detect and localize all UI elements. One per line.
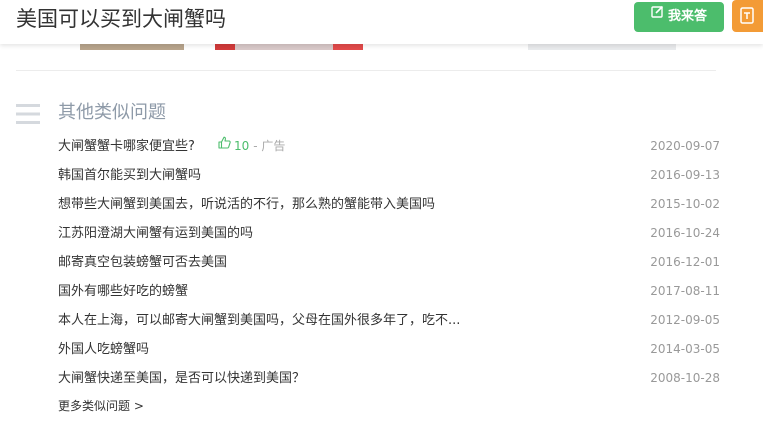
list-item: 大闸蟹蟹卡哪家便宜些? 10- 广告 2020-09-07	[0, 132, 763, 161]
question-date: 2014-03-05	[650, 342, 720, 356]
thumbnail-image[interactable]	[80, 44, 184, 50]
question-date: 2016-09-13	[650, 168, 720, 182]
list-item: 国外有哪些好吃的螃蟹 2017-08-11	[0, 277, 763, 306]
thumbs-up-icon[interactable]	[218, 136, 231, 154]
question-date: 2008-10-28	[650, 371, 720, 385]
question-date: 2016-10-24	[650, 226, 720, 240]
top-bar: 美国可以买到大闸蟹吗 我来答	[0, 0, 763, 44]
question-link[interactable]: 韩国首尔能买到大闸蟹吗	[58, 167, 201, 184]
list-item: 韩国首尔能买到大闸蟹吗 2016-09-13	[0, 161, 763, 190]
list-icon	[16, 104, 40, 124]
feedback-icon	[740, 7, 754, 24]
question-date: 2012-09-05	[650, 313, 720, 327]
question-date: 2017-08-11	[650, 284, 720, 298]
question-date: 2015-10-02	[650, 197, 720, 211]
divider	[16, 70, 716, 71]
list-item: 大闸蟹快递至美国，是否可以快递到美国？ 2008-10-28	[0, 364, 763, 393]
list-item: 江苏阳澄湖大闸蟹有运到美国的吗 2016-10-24	[0, 219, 763, 248]
question-date: 2020-09-07	[650, 139, 720, 153]
question-link[interactable]: 本人在上海，可以邮寄大闸蟹到美国吗，父母在国外很多年了，吃不...	[58, 312, 460, 329]
question-link[interactable]: 国外有哪些好吃的螃蟹	[58, 283, 188, 300]
section-title: 其他类似问题	[58, 102, 166, 123]
list-item: 想带些大闸蟹到美国去，听说活的不行，那么熟的蟹能带入美国吗 2015-10-02	[0, 190, 763, 219]
question-link[interactable]: 大闸蟹快递至美国，是否可以快递到美国？	[58, 370, 305, 387]
ad-badge: - 广告	[253, 139, 286, 153]
thumbnail-image[interactable]	[215, 44, 363, 50]
edit-icon	[651, 0, 664, 30]
list-item: 外国人吃螃蟹吗 2014-03-05	[0, 335, 763, 364]
like-count: 10	[234, 139, 250, 153]
question-link[interactable]: 外国人吃螃蟹吗	[58, 341, 149, 358]
feedback-button[interactable]	[732, 0, 763, 32]
more-questions-link[interactable]: 更多类似问题 >	[58, 398, 144, 415]
thumbnail-image[interactable]	[528, 44, 676, 50]
answer-button-label: 我来答	[667, 9, 707, 24]
answer-button[interactable]: 我来答	[634, 2, 724, 32]
question-link[interactable]: 邮寄真空包装螃蟹可否去美国	[58, 254, 227, 271]
ad-meta: 10- 广告	[218, 136, 286, 155]
question-link[interactable]: 江苏阳澄湖大闸蟹有运到美国的吗	[58, 225, 253, 242]
list-item: 本人在上海，可以邮寄大闸蟹到美国吗，父母在国外很多年了，吃不... 2012-0…	[0, 306, 763, 335]
question-link[interactable]: 想带些大闸蟹到美国去，听说活的不行，那么熟的蟹能带入美国吗	[58, 196, 435, 213]
page-title: 美国可以买到大闸蟹吗	[16, 7, 226, 31]
question-date: 2016-12-01	[650, 255, 720, 269]
question-link[interactable]: 大闸蟹蟹卡哪家便宜些?	[58, 138, 195, 155]
list-item: 邮寄真空包装螃蟹可否去美国 2016-12-01	[0, 248, 763, 277]
